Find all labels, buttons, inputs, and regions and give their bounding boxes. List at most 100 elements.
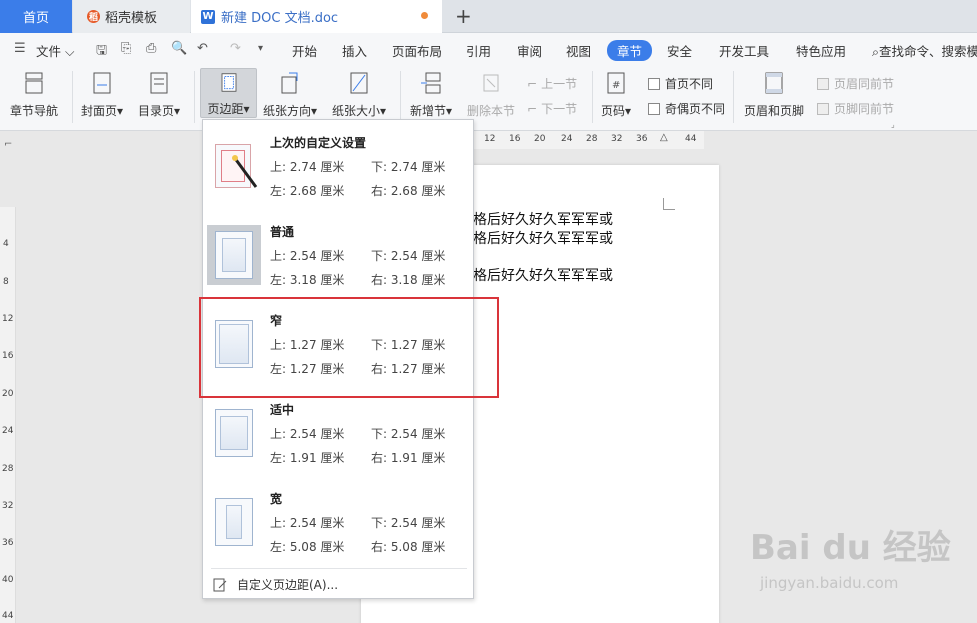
document-text-line[interactable]: 格后好久好久军军军或 [473,228,613,248]
hamburger-icon[interactable]: ☰ [14,41,26,56]
ruler-tick: 12 [2,314,14,324]
customize-toolbar-icon[interactable]: ▾ [258,43,263,54]
ruler-tick: 28 [2,464,14,474]
menu-file[interactable]: 文件 ⌵ [36,41,74,60]
margin-preset-normal[interactable]: 普通 上: 2.54 厘米 下: 2.54 厘米 左: 3.18 厘米 右: 3… [203,209,473,298]
last-custom-thumbnail-icon [215,144,258,188]
custom-margins-menu-item[interactable]: 自定义页边距(A)... [213,576,338,593]
menu-special[interactable]: 特色应用 [796,41,846,60]
tab-bar: 首页 稻 稻壳模板 W 新建 DOC 文档.doc + [0,0,977,33]
new-section-label: 新增节▾ [410,104,453,118]
chapter-nav-button[interactable]: 章节导航 [10,71,58,119]
cover-page-icon [93,72,111,94]
document-text-line[interactable]: 格后好久好久军军军或 [473,265,613,285]
next-section-label: 下一节 [541,102,578,116]
ruler-tick: 32 [2,501,14,511]
header-same-as-previous-checkbox[interactable]: 页眉同前节 [817,75,894,92]
toc-page-label: 目录页▾ [138,104,181,118]
menu-bar: ☰ 文件 ⌵ 🖫 ⎘ ⎙ 🔍 ↶ ↷ ▾ 开始 插入 页面布局 引用 审阅 视图… [0,33,977,65]
preset-left-value: 左: 3.18 厘米 [270,273,345,287]
menu-page-layout[interactable]: 页面布局 [392,41,442,60]
ruler-tick: 16 [2,351,14,361]
ruler-tick: 20 [534,134,546,144]
footer-same-label: 页脚同前节 [834,102,895,116]
new-section-button[interactable]: 新增节▾ [410,71,452,119]
menu-developer[interactable]: 开发工具 [719,41,769,60]
preset-top-value: 上: 2.74 厘米 [270,160,345,174]
baidu-watermark-logo: Bai du 经验 [750,528,951,568]
command-search[interactable]: ⌕查找命令、搜索模 [872,41,977,60]
ribbon-divider [400,71,401,123]
print-preview-icon[interactable]: 🔍 [171,41,187,56]
first-page-different-checkbox[interactable]: 首页不同 [648,75,713,92]
header-footer-label: 页眉和页脚 [744,104,805,118]
tab-home-label: 首页 [22,11,49,26]
toc-page-button[interactable]: 目录页▾ [138,71,180,119]
menu-view[interactable]: 视图 [566,41,591,60]
tab-stop-icon[interactable]: ⌐ [4,139,12,150]
preset-bottom-value: 下: 2.54 厘米 [371,427,446,441]
new-section-icon [421,72,441,94]
normal-thumbnail-icon [215,231,253,279]
footer-same-as-previous-checkbox[interactable]: 页脚同前节 [817,100,894,117]
redo-icon[interactable]: ↷ [230,41,241,56]
docer-logo-icon: 稻 [87,10,100,23]
margin-preset-moderate[interactable]: 适中 上: 2.54 厘米 下: 2.54 厘米 左: 1.91 厘米 右: 1… [203,387,473,476]
menu-references[interactable]: 引用 [466,41,491,60]
ruler-indent-marker-icon[interactable]: △ [660,132,668,143]
ruler-tick: 36 [636,134,648,144]
menu-review[interactable]: 审阅 [517,41,542,60]
moderate-thumbnail-icon [215,409,253,457]
ruler-tick: 44 [685,134,697,144]
print-icon[interactable]: ⎙ [146,41,156,56]
preset-title: 宽 [270,492,283,506]
menu-start[interactable]: 开始 [292,41,317,60]
document-text-line[interactable]: 格后好久好久军军军或 [473,209,613,229]
tab-home[interactable]: 首页 [0,0,72,33]
header-footer-button[interactable]: 页眉和页脚 [744,71,804,119]
margin-preset-wide[interactable]: 宽 上: 2.54 厘米 下: 2.54 厘米 左: 5.08 厘米 右: 5.… [203,476,473,565]
ribbon-divider [194,71,195,123]
tab-template[interactable]: 稻 稻壳模板 [73,0,190,33]
margin-preset-last-custom[interactable]: 上次的自定义设置 上: 2.74 厘米 下: 2.74 厘米 左: 2.68 厘… [203,120,473,209]
menu-insert[interactable]: 插入 [342,41,367,60]
undo-icon[interactable]: ↶ [197,41,208,56]
page-margins-button[interactable]: 页边距▾ [200,68,257,118]
page-number-button[interactable]: # 页码▾ [601,71,631,119]
ribbon-divider [733,71,734,123]
chapter-nav-label: 章节导航 [10,104,59,118]
preset-title: 适中 [270,403,295,417]
delete-section-button[interactable]: 删除本节 [467,71,515,119]
header-same-label: 页眉同前节 [834,77,895,91]
new-tab-button[interactable]: + [455,4,472,28]
ruler-tick: 36 [2,538,14,548]
custom-margins-icon [213,578,227,591]
ribbon: 章节导航 封面页▾ 目录页▾ 页边距▾ 纸张方向▾ 纸张大小▾ 新增节▾ 删除本… [0,65,977,131]
cover-page-label: 封面页▾ [81,104,124,118]
export-icon[interactable]: ⎘ [121,41,131,56]
preset-bottom-value: 下: 2.54 厘米 [371,249,446,263]
cover-page-button[interactable]: 封面页▾ [81,71,123,119]
prev-section-button[interactable]: ⌐ 上一节 [527,75,577,92]
menu-security[interactable]: 安全 [667,41,692,60]
ribbon-expand-icon[interactable]: ⌟ [891,120,895,129]
menu-file-label: 文件 [36,44,62,59]
vertical-ruler: 4 8 12 16 20 24 28 32 36 40 44 [0,207,16,623]
save-icon[interactable]: 🖫 [96,41,107,63]
delete-section-label: 删除本节 [467,104,516,118]
wide-thumbnail-icon [215,498,253,546]
page-number-icon: # [607,72,625,94]
paper-size-label: 纸张大小▾ [332,104,387,118]
odd-even-different-checkbox[interactable]: 奇偶页不同 [648,100,725,117]
orientation-button[interactable]: 纸张方向▾ [263,71,317,119]
orientation-label: 纸张方向▾ [263,104,318,118]
horizontal-ruler: 12 16 20 24 28 32 36 △ 44 [474,131,704,149]
preset-right-value: 右: 2.68 厘米 [371,184,446,198]
preset-title: 普通 [270,225,295,239]
delete-section-icon [483,74,499,92]
next-section-button[interactable]: ⌐ 下一节 [527,100,577,117]
menu-chapter[interactable]: 章节 [607,40,653,61]
tab-document[interactable]: W 新建 DOC 文档.doc [191,0,442,33]
paper-size-button[interactable]: 纸张大小▾ [332,71,386,119]
header-footer-icon [765,72,783,94]
